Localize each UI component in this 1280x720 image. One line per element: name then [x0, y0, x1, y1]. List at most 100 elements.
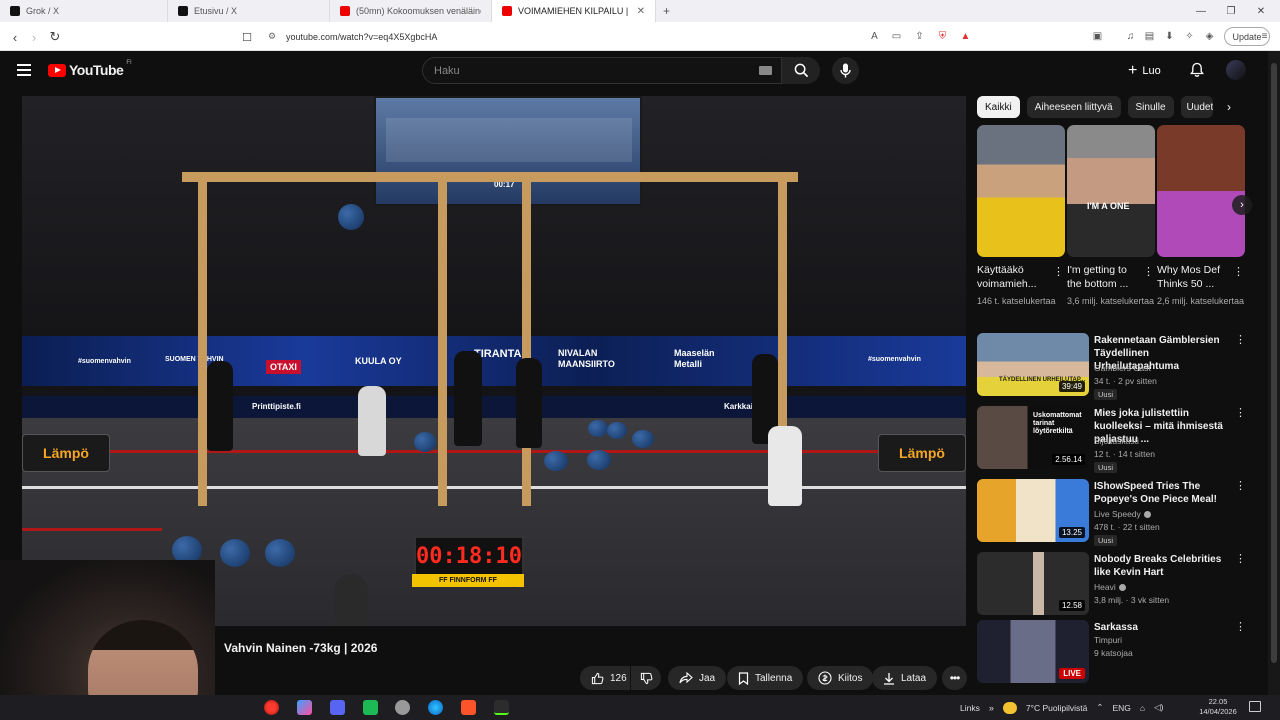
app-icon[interactable] — [395, 700, 410, 715]
window-close-icon[interactable]: ✕ — [1246, 0, 1276, 22]
browser-tab-etusivu[interactable]: Etusivu / X — [168, 0, 330, 22]
recommended-video-live[interactable]: LIVE Sarkassa Timpuri 9 katsojaa ⋮ — [977, 620, 1257, 684]
live-badge: LIVE — [1059, 668, 1085, 679]
filter-chips: Kaikki Aiheeseen liittyvä Sinulle Uudet — [977, 96, 1213, 118]
share-button[interactable]: Jaa — [668, 666, 727, 690]
more-options-icon[interactable]: ⋮ — [1235, 552, 1246, 565]
screen-icon[interactable]: ▭ — [890, 30, 903, 43]
more-options-icon[interactable]: ⋮ — [1235, 406, 1246, 419]
recommended-video[interactable]: 12.58 Nobody Breaks Celebrities like Kev… — [977, 552, 1257, 616]
back-arrow-icon[interactable]: ‹ — [6, 28, 24, 46]
share-page-icon[interactable]: ⇪ — [913, 30, 926, 43]
more-actions-button[interactable]: ••• — [942, 666, 967, 690]
discord-icon[interactable] — [330, 700, 345, 715]
like-button[interactable]: 126 — [580, 666, 630, 690]
more-options-icon[interactable]: ⋮ — [1143, 265, 1154, 278]
notifications-icon[interactable] — [1249, 701, 1261, 712]
shorts-next-arrow-icon[interactable]: › — [1232, 195, 1252, 215]
brave-shield-icon[interactable]: ⛨ — [936, 30, 949, 43]
hamburger-menu-icon[interactable] — [17, 64, 31, 76]
reload-icon[interactable]: ↻ — [46, 28, 64, 46]
thanks-button[interactable]: Kiitos — [807, 666, 874, 690]
maximize-icon[interactable]: ❐ — [1216, 0, 1246, 22]
lower-ad-band: Printtipiste.fi Karkkainen — [22, 396, 966, 418]
more-options-icon[interactable]: ⋮ — [1233, 265, 1244, 278]
page-scrollbar[interactable] — [1268, 51, 1280, 695]
sidebar-toggle-icon[interactable]: ▣ — [1091, 30, 1104, 43]
save-button[interactable]: Tallenna — [727, 666, 804, 690]
ad-banner-band: #suomenvahvin SUOMEN VAHVIN OTAXI KUULA … — [22, 336, 966, 386]
app-icon[interactable] — [363, 700, 378, 715]
notifications-bell-icon[interactable] — [1189, 62, 1205, 78]
browser-tab-kokoomus[interactable]: (50mn) Kokoomuksen venäläinen ja... — [330, 0, 492, 22]
kick-icon[interactable] — [494, 700, 509, 715]
short-card[interactable]: Käyttääkö voimamieh... 146 t. katseluker… — [977, 125, 1065, 307]
reading-list-icon[interactable]: ▤ — [1143, 30, 1156, 43]
browser-tab-grok[interactable]: Grok / X — [0, 0, 168, 22]
youtube-wordmark: YouTube — [69, 62, 124, 78]
short-card[interactable]: I'M A ONE I'm getting to the bottom ... … — [1067, 125, 1155, 307]
youtube-icon — [502, 6, 512, 16]
create-button[interactable]: + Luo — [1128, 60, 1161, 82]
download-button[interactable]: Lataa — [872, 666, 938, 690]
athlete — [768, 426, 802, 506]
chevron-up-icon[interactable]: ⌃ — [1096, 702, 1103, 713]
thumbs-down-icon — [640, 672, 653, 684]
more-options-icon[interactable]: ⋮ — [1235, 333, 1246, 346]
dislike-button[interactable] — [631, 666, 661, 690]
music-icon[interactable]: ♫ — [1124, 30, 1137, 43]
weather-text[interactable]: 7°C Puolipilvistä — [1026, 703, 1088, 713]
volume-icon[interactable]: ◁) — [1154, 702, 1163, 713]
more-options-icon[interactable]: ⋮ — [1053, 265, 1064, 278]
video-player[interactable]: 00:17 #suomenvahvin SUOMEN VAHVIN OTAXI … — [22, 96, 966, 626]
voice-search-button[interactable] — [832, 57, 859, 84]
recommended-video[interactable]: TÄYDELLINEN URHEILUTAP... 39:49 Rakennet… — [977, 333, 1257, 400]
avatar[interactable] — [1226, 60, 1246, 80]
chip-all[interactable]: Kaikki — [977, 96, 1020, 118]
language-indicator[interactable]: ENG — [1113, 703, 1131, 713]
video-thumbnail: 12.58 — [977, 552, 1089, 615]
search-button[interactable] — [782, 57, 820, 84]
close-tab-icon[interactable]: ✕ — [637, 6, 645, 17]
lampo-sign-right: Lämpö — [878, 434, 966, 472]
vpn-icon[interactable]: ◈ — [1203, 30, 1216, 43]
warning-icon[interactable]: ▲ — [959, 30, 972, 43]
copilot-icon[interactable] — [297, 700, 312, 715]
browser-menu-icon[interactable]: ≡ — [1258, 30, 1271, 43]
brave-icon[interactable] — [461, 700, 476, 715]
super-thanks-icon — [818, 671, 832, 685]
recommended-video[interactable]: Uskomattomat tarinat lõytõretkiltä 2.56.… — [977, 406, 1257, 473]
more-options-icon[interactable]: ⋮ — [1235, 479, 1246, 492]
finnform-sign: FF FINNFORM FF — [412, 574, 524, 587]
links-toolbar[interactable]: Links — [960, 703, 980, 713]
forward-arrow-icon[interactable]: › — [25, 28, 43, 46]
browser-tab-active[interactable]: VOIMAMIEHEN KILPAILU | Suom... ✕ — [492, 0, 656, 22]
download-icon — [884, 672, 894, 685]
taskbar-clock[interactable]: 22.05 14/04/2026 — [1196, 697, 1240, 717]
translate-icon[interactable]: A — [868, 30, 881, 43]
more-options-icon[interactable]: ⋮ — [1235, 620, 1246, 633]
youtube-logo[interactable]: YouTube FI — [48, 60, 132, 78]
downloads-icon[interactable]: ⬇ — [1163, 30, 1176, 43]
short-card[interactable]: Why Mos Def Thinks 50 ... 2,6 milj. kats… — [1157, 125, 1245, 307]
keyboard-icon[interactable] — [759, 66, 772, 75]
youtube-header: YouTube FI Haku + Luo — [0, 51, 1268, 91]
new-badge: Uusi — [1094, 462, 1118, 473]
bookmark-icon[interactable]: ☐ — [238, 28, 256, 46]
edge-icon[interactable] — [428, 700, 443, 715]
chevron-right-icon[interactable]: › — [1220, 98, 1238, 116]
site-info-icon[interactable]: ⚙ — [268, 31, 276, 42]
recommended-video[interactable]: 13.25 IShowSpeed Tries The Popeye's One … — [977, 479, 1257, 546]
toolbar-expand-icon[interactable]: » — [989, 703, 994, 713]
verified-icon — [1143, 511, 1151, 519]
chip-for-you[interactable]: Sinulle — [1127, 96, 1174, 118]
search-input[interactable]: Haku — [422, 57, 782, 84]
minimize-icon[interactable]: — — [1186, 0, 1216, 22]
chip-new[interactable]: Uudet — [1180, 96, 1213, 118]
video-thumbnail: 13.25 — [977, 479, 1089, 542]
opera-icon[interactable] — [264, 700, 279, 715]
network-icon[interactable]: ⌂ — [1140, 703, 1145, 713]
new-tab-button[interactable]: + — [656, 0, 680, 22]
extensions-icon[interactable]: ✧ — [1183, 30, 1196, 43]
chip-related[interactable]: Aiheeseen liittyvä — [1026, 96, 1121, 118]
